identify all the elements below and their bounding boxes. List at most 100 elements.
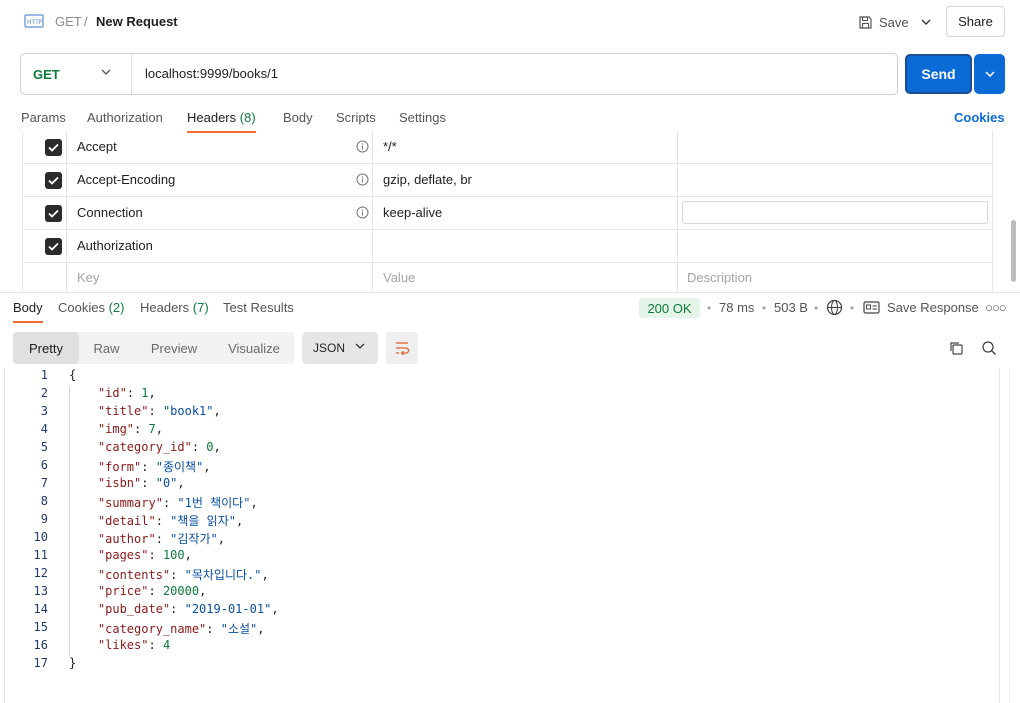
code-line: 9 "detail": "책을 읽자",: [4, 512, 994, 530]
line-number: 9: [40, 512, 48, 526]
code-text: "isbn": "0",: [97, 476, 185, 490]
editor-scrollbar[interactable]: [1009, 368, 1020, 703]
top-bar: HTTP GET / New Request Save Share: [0, 0, 1020, 44]
method-select[interactable]: GET: [21, 54, 132, 94]
table-row: Accept-Encoding gzip, deflate, br: [23, 164, 992, 197]
tab-headers[interactable]: Headers (8): [187, 110, 256, 133]
json-key: "pages": [97, 548, 149, 562]
code-line: 14 "pub_date": "2019-01-01",: [4, 602, 994, 620]
line-number: 7: [40, 476, 48, 490]
save-button[interactable]: Save: [852, 8, 914, 36]
chevron-down-icon: [984, 71, 995, 77]
response-size[interactable]: 503 B: [774, 300, 808, 315]
header-enabled-checkbox[interactable]: [45, 238, 62, 255]
json-key: "form": [97, 460, 142, 474]
code-text: "price": 20000,: [97, 584, 207, 598]
new-description-input[interactable]: Description: [687, 270, 752, 285]
header-key[interactable]: Accept-Encoding: [77, 172, 175, 187]
header-value[interactable]: */*: [383, 139, 397, 154]
response-tab-body[interactable]: Body: [13, 300, 43, 323]
code-line: 5 "category_id": 0,: [4, 440, 994, 458]
response-tab-cookies[interactable]: Cookies (2): [58, 300, 124, 321]
globe-icon[interactable]: [826, 299, 843, 316]
view-mode-switcher: Pretty Raw Preview Visualize: [13, 332, 294, 364]
request-name[interactable]: New Request: [96, 14, 178, 29]
separator-dot: •: [850, 301, 855, 315]
json-value: "2019-01-01": [184, 602, 272, 616]
tab-params[interactable]: Params: [21, 110, 66, 131]
view-mode-raw[interactable]: Raw: [79, 332, 134, 364]
code-text: "likes": 4: [97, 638, 171, 652]
tab-scripts[interactable]: Scripts: [336, 110, 376, 131]
json-key: "img": [97, 422, 135, 436]
json-value: "소설": [220, 622, 258, 636]
cookies-link[interactable]: Cookies: [954, 110, 1005, 125]
view-mode-pretty[interactable]: Pretty: [13, 332, 79, 364]
more-icon[interactable]: ○○○: [985, 300, 1007, 315]
save-response-button[interactable]: Save Response: [887, 300, 979, 315]
status-badge[interactable]: 200 OK: [639, 298, 700, 318]
code-text: "category_name": "소설",: [97, 622, 265, 636]
headers-table: Accept */* Accept-Encoding gzip, deflate…: [22, 131, 993, 292]
response-time[interactable]: 78 ms: [719, 300, 754, 315]
header-value[interactable]: gzip, deflate, br: [383, 172, 472, 187]
svg-text:HTTP: HTTP: [27, 19, 43, 26]
view-mode-visualize[interactable]: Visualize: [214, 332, 294, 364]
header-value[interactable]: keep-alive: [383, 205, 442, 220]
info-icon[interactable]: [356, 173, 369, 186]
send-button[interactable]: Send: [905, 54, 972, 94]
format-value: JSON: [313, 341, 346, 355]
description-input[interactable]: [682, 201, 988, 224]
json-value: "0": [155, 476, 178, 490]
share-button[interactable]: Share: [946, 6, 1005, 37]
code-line: 2 "id": 1,: [4, 386, 994, 404]
info-icon[interactable]: [356, 206, 369, 219]
header-key[interactable]: Authorization: [77, 238, 153, 253]
response-tab-test-results[interactable]: Test Results: [223, 300, 294, 321]
code-line: 10 "author": "김작가",: [4, 530, 994, 548]
response-tab-headers[interactable]: Headers (7): [140, 300, 209, 321]
header-key[interactable]: Connection: [77, 205, 143, 220]
chevron-down-icon: [355, 343, 365, 349]
json-key: "isbn": [97, 476, 142, 490]
copy-icon[interactable]: [948, 340, 964, 356]
new-key-input[interactable]: Key: [77, 270, 99, 285]
json-key: "pub_date": [97, 602, 171, 616]
code-line: 1{: [4, 368, 994, 386]
line-number: 16: [33, 638, 48, 652]
checkmark-icon: [48, 176, 59, 185]
json-value: "책을 읽자": [170, 514, 236, 528]
view-mode-preview[interactable]: Preview: [134, 332, 214, 364]
json-value: "종이책": [155, 460, 204, 474]
header-key[interactable]: Accept: [77, 139, 117, 154]
code-line: 15 "category_name": "소설",: [4, 620, 994, 638]
header-enabled-checkbox[interactable]: [45, 139, 62, 156]
json-key: "contents": [97, 568, 171, 582]
tab-authorization[interactable]: Authorization: [87, 110, 163, 131]
table-row: Authorization: [23, 230, 992, 263]
tab-settings[interactable]: Settings: [399, 110, 446, 131]
scrollbar-thumb[interactable]: [1011, 220, 1016, 282]
json-value: 100: [162, 548, 185, 562]
send-options-button[interactable]: [974, 54, 1005, 94]
url-input[interactable]: localhost:9999/books/1: [145, 66, 278, 81]
search-icon[interactable]: [981, 340, 997, 356]
checkmark-icon: [48, 242, 59, 251]
method-value: GET: [33, 66, 60, 82]
tab-headers-count: (8): [239, 110, 256, 125]
info-icon[interactable]: [356, 140, 369, 153]
save-response-icon[interactable]: [863, 300, 880, 315]
header-enabled-checkbox[interactable]: [45, 205, 62, 222]
tab-body[interactable]: Body: [283, 110, 313, 131]
code-text: "author": "김작가",: [97, 532, 225, 546]
url-bar: GET localhost:9999/books/1: [20, 53, 898, 95]
json-key: "category_name": [97, 622, 207, 636]
save-options-button[interactable]: [916, 8, 936, 36]
checkmark-icon: [48, 143, 59, 152]
pane-divider[interactable]: [0, 292, 1020, 293]
code-line: 17}: [4, 656, 994, 674]
format-select[interactable]: JSON: [302, 332, 378, 364]
header-enabled-checkbox[interactable]: [45, 172, 62, 189]
new-value-input[interactable]: Value: [383, 270, 415, 285]
wrap-lines-button[interactable]: [386, 332, 418, 364]
